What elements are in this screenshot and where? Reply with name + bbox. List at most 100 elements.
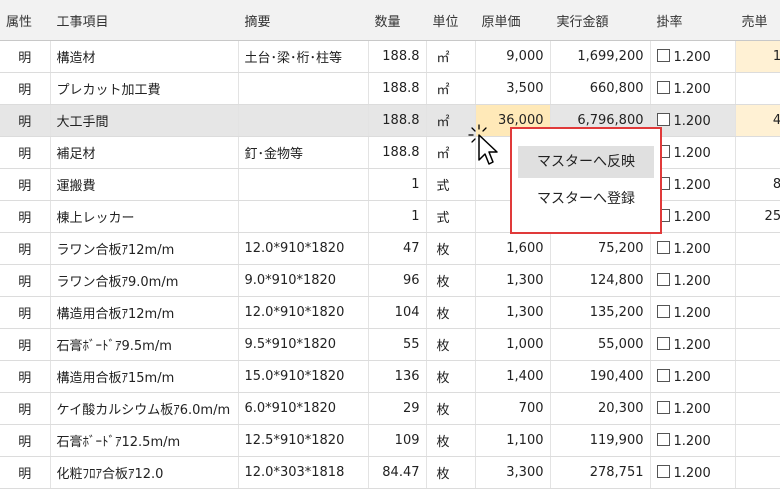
col-header-desc[interactable]: 摘要	[238, 0, 369, 41]
row-quantity-cell[interactable]: 136	[368, 360, 427, 393]
row-attr-cell[interactable]: 明	[0, 232, 51, 265]
row-amount-cell[interactable]: 124,800	[550, 264, 651, 297]
row-quantity-cell[interactable]: 188.8	[368, 40, 427, 73]
rate-checkbox[interactable]	[656, 336, 670, 350]
row-sale-cell[interactable]: 1,	[735, 264, 780, 297]
row-cost-cell[interactable]: 1,000	[475, 328, 551, 361]
row-quantity-cell[interactable]: 188.8	[368, 72, 427, 105]
row-item-name-cell[interactable]: 石膏ﾎﾞｰﾄﾞｱ12.5m/m	[50, 424, 239, 457]
row-sale-cell[interactable]: 4,	[735, 72, 780, 105]
row-rate-cell[interactable]: 1.200	[650, 296, 736, 329]
table-row[interactable]: 明石膏ﾎﾞｰﾄﾞｱ9.5m/m 9.5*910*1820 55 枚 1,000 55,00…	[0, 328, 780, 361]
row-item-name-cell[interactable]: 運搬費	[50, 168, 239, 201]
table-row[interactable]: 明化粧ﾌﾛｱ合板ｱ12.0 12.0*303*1818 84.47 枚 3,300 278…	[0, 456, 780, 489]
menu-item-register-to-master[interactable]: マスターへ登録	[518, 183, 654, 215]
table-row[interactable]: 明構造用合板ｱ12m/m 12.0*910*1820 104 枚 1,300 135,20…	[0, 296, 780, 329]
row-rate-cell[interactable]: 1.200	[650, 72, 736, 105]
table-row[interactable]: 明ラワン合板ｱ9.0m/m 9.0*910*1820 96 枚 1,300 124,800…	[0, 264, 780, 297]
row-description-cell[interactable]	[238, 168, 369, 201]
col-header-cost[interactable]: 原単価	[475, 0, 551, 41]
table-row[interactable]: 明棟上レッカー1式2001.200250,	[0, 200, 780, 233]
row-amount-cell[interactable]: 135,200	[550, 296, 651, 329]
rate-checkbox[interactable]	[656, 464, 670, 478]
rate-checkbox[interactable]	[656, 240, 670, 254]
row-sale-cell[interactable]: 10,	[735, 40, 780, 73]
row-item-name-cell[interactable]: 化粧ﾌﾛｱ合板ｱ12.0	[50, 456, 239, 489]
row-sale-cell[interactable]: 250,	[735, 200, 780, 233]
row-description-cell[interactable]	[238, 72, 369, 105]
row-rate-cell[interactable]: 1.200	[650, 232, 736, 265]
table-row[interactable]: 明補足材釘･金物等188.8㎡1.2001,	[0, 136, 780, 169]
row-description-cell[interactable]: 12.0*303*1818	[238, 456, 369, 489]
row-description-cell[interactable]: 15.0*910*1820	[238, 360, 369, 393]
row-sale-cell[interactable]: 1,	[735, 392, 780, 425]
row-item-name-cell[interactable]: 棟上レッカー	[50, 200, 239, 233]
row-cost-cell[interactable]: 1,100	[475, 424, 551, 457]
row-rate-cell[interactable]: 1.200	[650, 136, 736, 169]
table-row[interactable]: 明構造材土台･梁･桁･柱等188.8㎡9,0001,699,200 1.200 10…	[0, 40, 780, 73]
row-unit-cell[interactable]: 枚	[426, 328, 476, 361]
row-item-name-cell[interactable]: 石膏ﾎﾞｰﾄﾞｱ9.5m/m	[50, 328, 239, 361]
row-description-cell[interactable]: 9.5*910*1820	[238, 328, 369, 361]
row-unit-cell[interactable]: 枚	[426, 360, 476, 393]
row-description-cell[interactable]	[238, 104, 369, 137]
row-item-name-cell[interactable]: 構造材	[50, 40, 239, 73]
row-description-cell[interactable]: 土台･梁･桁･柱等	[238, 40, 369, 73]
row-sale-cell[interactable]: 1,	[735, 328, 780, 361]
row-amount-cell[interactable]: 278,751	[550, 456, 651, 489]
row-amount-cell[interactable]: 55,000	[550, 328, 651, 361]
row-rate-cell[interactable]: 1.200	[650, 392, 736, 425]
rate-checkbox[interactable]	[656, 400, 670, 414]
row-cost-cell[interactable]: 1,300	[475, 296, 551, 329]
row-description-cell[interactable]	[238, 200, 369, 233]
table-row[interactable]: 明構造用合板ｱ15m/m 15.0*910*1820 136 枚 1,400 190,40…	[0, 360, 780, 393]
row-attr-cell[interactable]: 明	[0, 296, 51, 329]
row-description-cell[interactable]: 12.0*910*1820	[238, 232, 369, 265]
table-row[interactable]: 明石膏ﾎﾞｰﾄﾞｱ12.5m/m 12.5*910*1820 109 枚 1,100 11…	[0, 424, 780, 457]
row-unit-cell[interactable]: 枚	[426, 392, 476, 425]
row-sale-cell[interactable]: 1,	[735, 360, 780, 393]
table-row[interactable]: 明ラワン合板ｱ12m/m 12.0*910*1820 47 枚 1,600 75,200 1…	[0, 232, 780, 265]
row-rate-cell[interactable]: 1.200	[650, 168, 736, 201]
row-amount-cell[interactable]: 75,200	[550, 232, 651, 265]
row-sale-cell[interactable]: 1,	[735, 232, 780, 265]
row-sale-cell[interactable]: 1,	[735, 296, 780, 329]
rate-checkbox[interactable]	[656, 272, 670, 286]
row-amount-cell[interactable]: 20,300	[550, 392, 651, 425]
row-item-name-cell[interactable]: ラワン合板ｱ12m/m	[50, 232, 239, 265]
row-rate-cell[interactable]: 1.200	[650, 456, 736, 489]
row-quantity-cell[interactable]: 188.8	[368, 104, 427, 137]
row-amount-cell[interactable]: 660,800	[550, 72, 651, 105]
row-quantity-cell[interactable]: 47	[368, 232, 427, 265]
row-unit-cell[interactable]: 枚	[426, 456, 476, 489]
row-quantity-cell[interactable]: 84.47	[368, 456, 427, 489]
col-header-amount[interactable]: 実行金額	[550, 0, 651, 41]
row-item-name-cell[interactable]: 補足材	[50, 136, 239, 169]
row-attr-cell[interactable]: 明	[0, 200, 51, 233]
row-attr-cell[interactable]: 明	[0, 104, 51, 137]
col-header-qty[interactable]: 数量	[368, 0, 427, 41]
table-row[interactable]: 明ケイ酸カルシウム板ｱ6.0m/m 6.0*910*1820 29 枚 700 20,30…	[0, 392, 780, 425]
row-unit-cell[interactable]: 式	[426, 168, 476, 201]
col-header-unit[interactable]: 単位	[426, 0, 476, 41]
row-unit-cell[interactable]: ㎡	[426, 72, 476, 105]
row-item-name-cell[interactable]: 構造用合板ｱ12m/m	[50, 296, 239, 329]
row-description-cell[interactable]: 9.0*910*1820	[238, 264, 369, 297]
row-cost-cell[interactable]: 700	[475, 392, 551, 425]
row-cost-cell[interactable]: 3,500	[475, 72, 551, 105]
col-header-name[interactable]: 工事項目	[50, 0, 239, 41]
row-quantity-cell[interactable]: 1	[368, 168, 427, 201]
row-cost-cell[interactable]: 1,300	[475, 264, 551, 297]
row-item-name-cell[interactable]: ラワン合板ｱ9.0m/m	[50, 264, 239, 297]
row-sale-cell[interactable]: 1,	[735, 456, 780, 489]
row-description-cell[interactable]: 12.5*910*1820	[238, 424, 369, 457]
row-quantity-cell[interactable]: 188.8	[368, 136, 427, 169]
row-quantity-cell[interactable]: 109	[368, 424, 427, 457]
row-item-name-cell[interactable]: 大工手間	[50, 104, 239, 137]
row-rate-cell[interactable]: 1.200	[650, 424, 736, 457]
row-attr-cell[interactable]: 明	[0, 392, 51, 425]
row-attr-cell[interactable]: 明	[0, 328, 51, 361]
row-attr-cell[interactable]: 明	[0, 456, 51, 489]
row-sale-cell[interactable]: 80,	[735, 168, 780, 201]
row-sale-cell[interactable]: 1,	[735, 424, 780, 457]
